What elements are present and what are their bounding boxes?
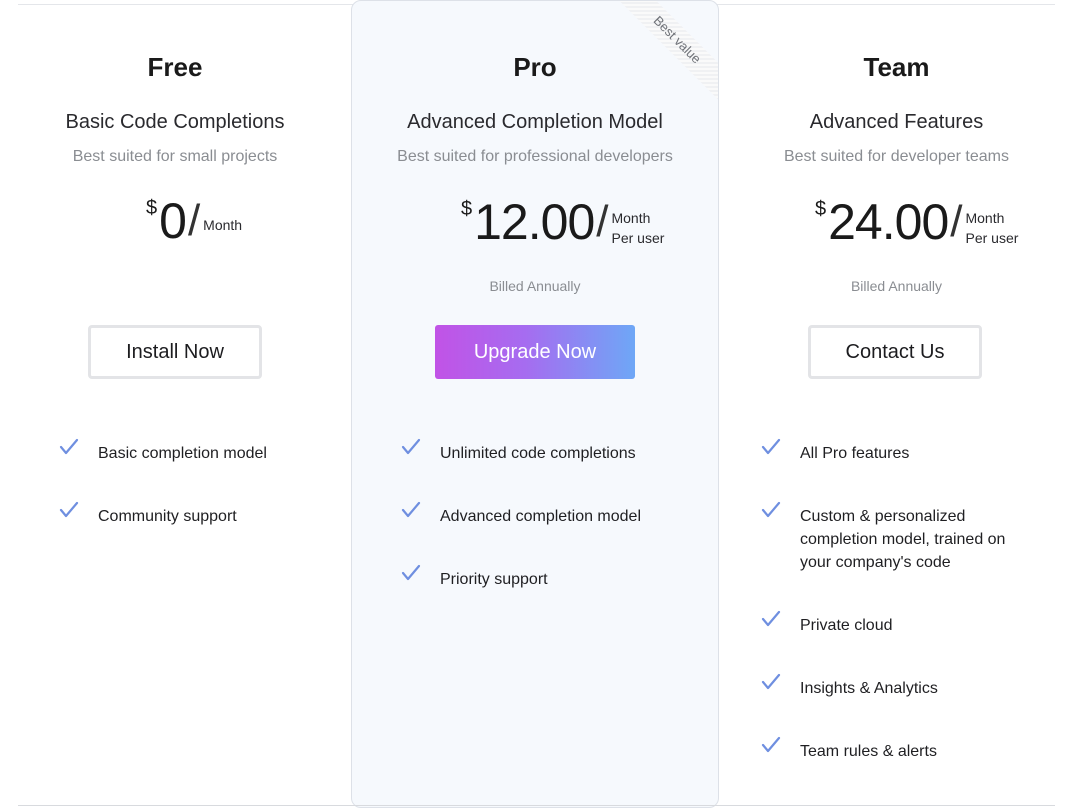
plan-subtitle: Best suited for developer teams (783, 148, 1009, 165)
feature-label: Unlimited code completions (440, 445, 636, 462)
check-icon (761, 438, 781, 455)
feature-item: Team rules & alerts (760, 736, 937, 763)
price-amount: 24.00 (828, 194, 949, 250)
check-icon (401, 501, 421, 518)
check-icon (761, 501, 781, 518)
price: $ 24.00 / Month Per user (815, 196, 1018, 248)
feature-item: Community support (58, 501, 237, 528)
feature-item: Private cloud (760, 610, 893, 637)
feature-item: Unlimited code completions (400, 438, 636, 465)
check-icon (761, 610, 781, 627)
check-icon (401, 564, 421, 581)
plan-card-free: Free Basic Code Completions Best suited … (0, 0, 350, 808)
billing-note: Billed Annually (489, 278, 581, 294)
install-now-button[interactable]: Install Now (88, 325, 262, 379)
period-line: Per user (965, 230, 1019, 246)
price-slash: / (596, 197, 609, 246)
currency-symbol: $ (815, 198, 827, 220)
feature-label: Advanced completion model (440, 508, 642, 525)
feature-item: Insights & Analytics (760, 673, 938, 700)
check-icon (59, 501, 79, 518)
price-amount: 0 (159, 193, 187, 249)
price-period: Month Per user (611, 208, 664, 248)
price-period: Month Per user (965, 208, 1018, 248)
plan-name: Free (147, 52, 203, 82)
price-period: Month (203, 217, 243, 233)
contact-us-button[interactable]: Contact Us (808, 325, 982, 379)
feature-label: All Pro features (800, 445, 910, 462)
check-icon (401, 438, 421, 455)
plan-subtitle: Best suited for professional developers (397, 148, 673, 165)
plan-card-team: Team Advanced Features Best suited for d… (720, 0, 1073, 808)
plan-headline: Advanced Completion Model (407, 111, 663, 133)
feature-item: All Pro features (760, 438, 910, 465)
feature-label: Priority support (440, 571, 548, 588)
price-slash: / (187, 196, 201, 245)
price-amount: 12.00 (474, 194, 595, 250)
plan-subtitle: Best suited for small projects (72, 148, 278, 165)
period-line: Per user (611, 230, 665, 246)
upgrade-now-button[interactable]: Upgrade Now (435, 325, 635, 379)
feature-label: Private cloud (800, 617, 893, 634)
plan-card-pro: Best value Pro Advanced Completion Model… (351, 0, 719, 808)
feature-item: Advanced completion model (400, 501, 642, 528)
feature-label: Basic completion model (98, 445, 267, 462)
price-slash: / (950, 197, 963, 246)
feature-item: Custom & personalized completion model, … (760, 501, 1030, 574)
currency-symbol: $ (146, 197, 158, 219)
plan-name: Team (863, 52, 930, 82)
feature-item: Basic completion model (58, 438, 267, 465)
feature-label: Team rules & alerts (800, 743, 937, 760)
price: $ 12.00 / Month Per user (461, 196, 664, 248)
plan-headline: Advanced Features (809, 111, 984, 133)
period-line: Month (611, 210, 651, 226)
feature-label: Community support (98, 508, 237, 525)
check-icon (761, 673, 781, 690)
plan-headline: Basic Code Completions (65, 111, 285, 133)
price: $ 0 / Month (146, 195, 242, 247)
plan-name: Pro (513, 52, 557, 82)
billing-note: Billed Annually (850, 278, 943, 294)
period-line: Month (965, 210, 1005, 226)
check-icon (761, 736, 781, 753)
feature-label: Custom & personalized completion model, … (800, 508, 1006, 571)
feature-item: Priority support (400, 564, 548, 591)
feature-label: Insights & Analytics (800, 680, 938, 697)
check-icon (59, 438, 79, 455)
currency-symbol: $ (461, 198, 473, 220)
bottom-divider (18, 805, 1055, 806)
